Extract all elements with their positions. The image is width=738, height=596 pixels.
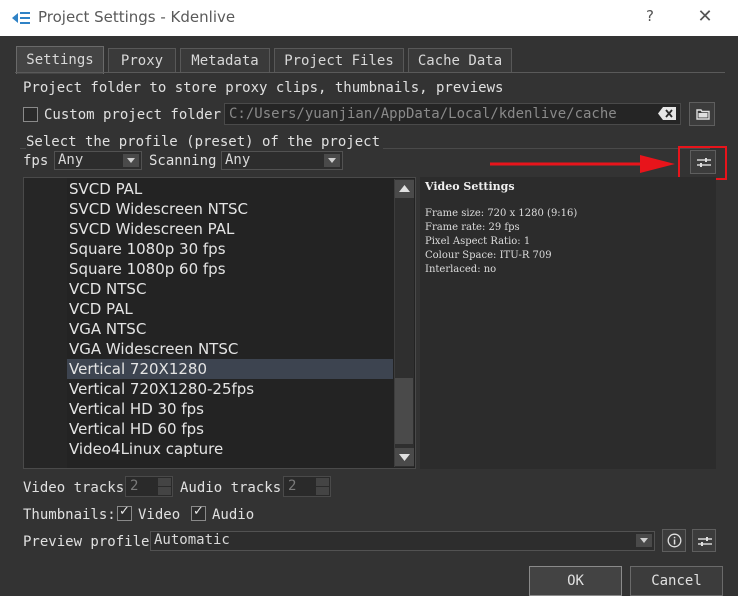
arrow-down-icon [399, 454, 410, 461]
chevron-down-icon [123, 154, 139, 167]
fps-label: fps [23, 153, 49, 169]
list-item-selected[interactable]: Vertical 720X1280 [67, 359, 393, 379]
list-item[interactable]: Vertical HD 30 fps [67, 399, 393, 419]
tree-indent [24, 178, 67, 468]
scanning-label: Scanning [149, 153, 217, 169]
thumbnails-label: Thumbnails: [23, 507, 116, 523]
close-button[interactable]: ✕ [690, 6, 720, 30]
audio-tracks-label: Audio tracks [180, 480, 282, 496]
browse-folder-button[interactable] [689, 102, 715, 126]
list-item[interactable]: VCD PAL [67, 299, 393, 319]
fps-value: Any [58, 152, 84, 168]
video-tracks-value: 2 [130, 478, 139, 494]
spin-down-icon[interactable] [316, 487, 329, 495]
scroll-down-button[interactable] [395, 448, 414, 466]
thumbnails-video-label: Video [138, 507, 181, 523]
video-settings-panel [420, 177, 716, 469]
list-item[interactable]: SVCD Widescreen NTSC [67, 199, 393, 219]
tab-cache-data[interactable]: Cache Data [408, 48, 512, 73]
list-item[interactable]: Vertical 720X1280-25fps [67, 379, 393, 399]
video-tracks-spinbox[interactable]: 2 [125, 476, 173, 497]
custom-folder-label: Custom project folder [44, 107, 222, 123]
thumbnails-video-checkbox[interactable] [117, 504, 132, 521]
list-item[interactable]: Vertical HD 60 fps [67, 419, 393, 439]
window-title: Project Settings - Kdenlive [38, 8, 236, 26]
folder-path-input[interactable]: C:/Users/yuanjian/AppData/Local/kdenlive… [224, 103, 681, 125]
clear-icon[interactable] [657, 106, 677, 121]
cancel-button[interactable]: Cancel [630, 566, 723, 596]
folder-description: Project folder to store proxy clips, thu… [23, 80, 504, 96]
highlight-box [678, 146, 727, 180]
tab-settings[interactable]: Settings [16, 46, 104, 74]
kdenlive-logo-icon [12, 12, 30, 24]
thumbnails-audio-label: Audio [212, 507, 255, 523]
folder-icon [696, 109, 710, 120]
preview-info-button[interactable] [662, 529, 686, 552]
settings-sliders-icon [698, 537, 712, 546]
list-item[interactable]: SVCD Widescreen PAL [67, 219, 393, 239]
scroll-thumb[interactable] [395, 378, 413, 444]
video-setting-line: Pixel Aspect Ratio: 1 [425, 236, 531, 247]
list-item[interactable]: VGA NTSC [67, 319, 393, 339]
tab-panel-border [15, 72, 725, 73]
spin-up-icon[interactable] [316, 478, 329, 486]
chevron-down-icon [636, 534, 652, 547]
scroll-up-button[interactable] [395, 180, 414, 198]
video-setting-line: Colour Space: ITU-R 709 [425, 250, 552, 261]
scanning-value: Any [225, 152, 251, 168]
spin-up-icon[interactable] [158, 478, 171, 486]
fps-select[interactable]: Any [54, 151, 142, 170]
list-item[interactable]: Square 1080p 30 fps [67, 239, 393, 259]
audio-tracks-spinbox[interactable]: 2 [283, 476, 331, 497]
help-button[interactable]: ? [640, 7, 660, 27]
preview-settings-button[interactable] [692, 529, 716, 552]
list-item[interactable]: VGA Widescreen NTSC [67, 339, 393, 359]
list-item[interactable]: VCD NTSC [67, 279, 393, 299]
scanning-select[interactable]: Any [221, 151, 343, 170]
video-setting-line: Interlaced: no [425, 264, 497, 275]
chevron-down-icon [324, 154, 340, 167]
list-item[interactable]: SVCD PAL [67, 179, 393, 199]
video-setting-line: Frame size: 720 x 1280 (9:16) [425, 208, 578, 219]
profile-section-label: Select the profile (preset) of the proje… [26, 134, 384, 150]
preview-profile-value: Automatic [154, 532, 230, 548]
red-arrow-icon [490, 155, 675, 173]
custom-folder-checkbox[interactable] [23, 107, 38, 122]
tab-project-files[interactable]: Project Files [274, 48, 404, 73]
list-item[interactable]: Square 1080p 60 fps [67, 259, 393, 279]
preview-profile-select[interactable]: Automatic [150, 531, 655, 551]
video-settings-title: Video Settings [425, 180, 515, 193]
video-tracks-label: Video tracks [23, 480, 125, 496]
title-bar: Project Settings - Kdenlive ? ✕ [0, 0, 738, 36]
info-icon [667, 533, 682, 548]
list-item[interactable]: Video4Linux capture [67, 439, 393, 459]
preview-profile-label: Preview profile [23, 534, 150, 550]
video-setting-line: Frame rate: 29 fps [425, 222, 520, 233]
ok-button[interactable]: OK [529, 566, 622, 596]
thumbnails-audio-checkbox[interactable] [191, 504, 206, 521]
tab-proxy[interactable]: Proxy [108, 48, 176, 73]
spin-down-icon[interactable] [158, 487, 171, 495]
tab-metadata[interactable]: Metadata [180, 48, 270, 73]
profile-list[interactable]: SVCD PAL SVCD Widescreen NTSC SVCD Wides… [23, 177, 416, 469]
audio-tracks-value: 2 [288, 478, 297, 494]
arrow-up-icon [399, 185, 410, 192]
